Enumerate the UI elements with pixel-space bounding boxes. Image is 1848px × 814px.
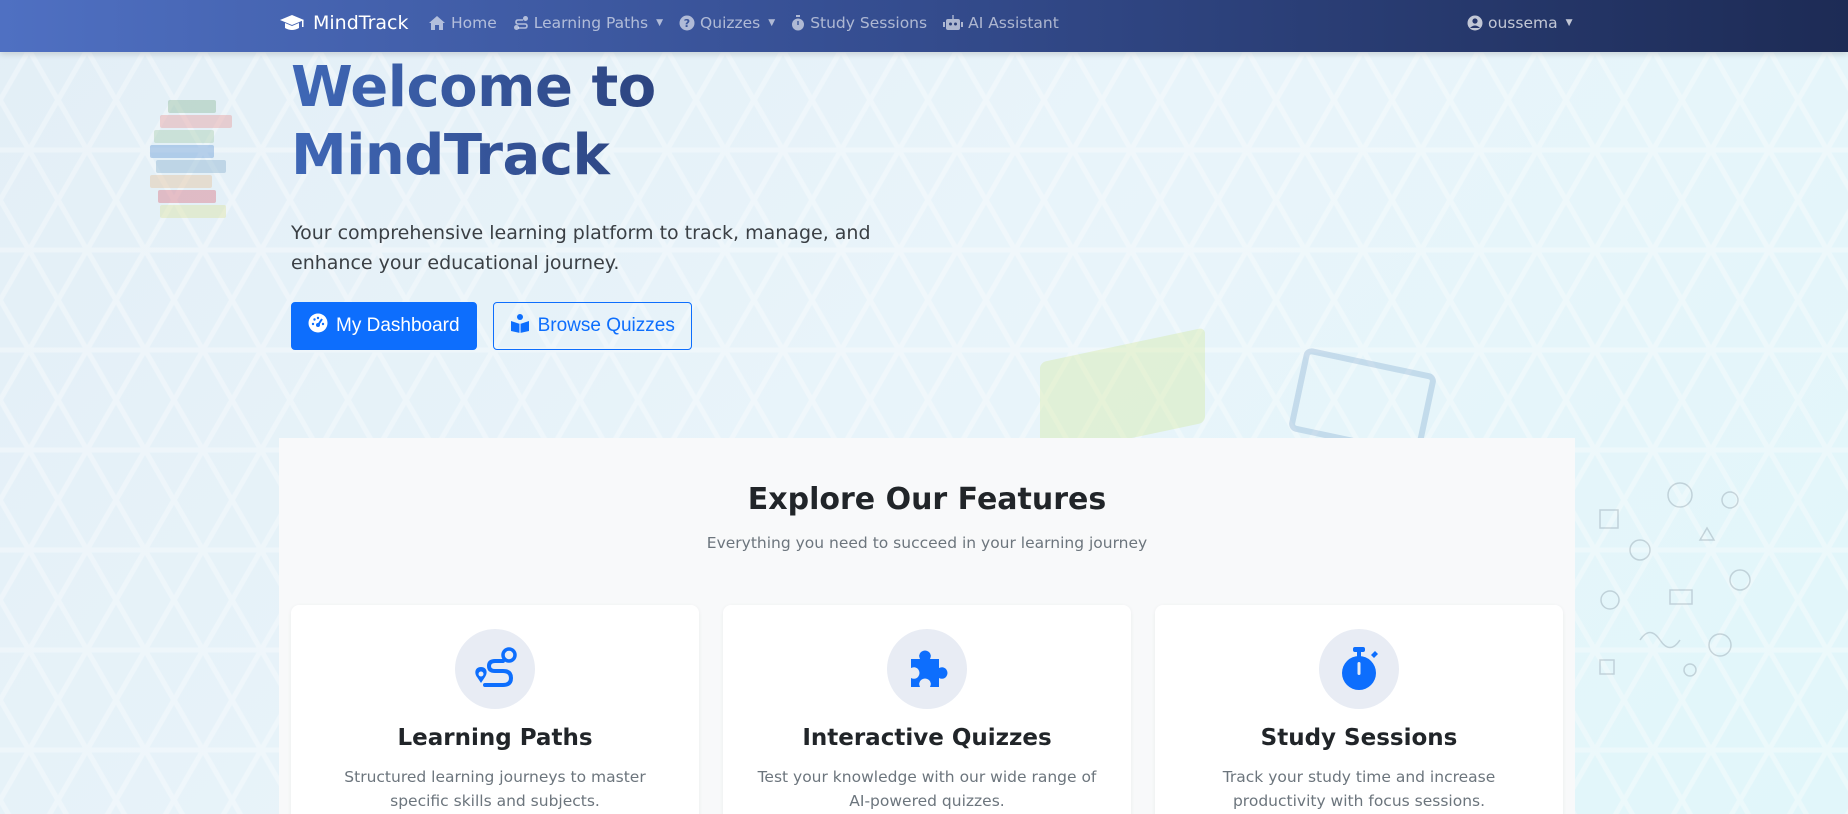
hero-subtitle: Your comprehensive learning platform to … <box>291 222 871 274</box>
books-illustration <box>150 100 234 246</box>
stopwatch-icon <box>1319 629 1399 709</box>
tachometer-icon <box>308 313 328 339</box>
robot-icon <box>943 15 964 31</box>
features-subtitle: Everything you need to succeed in your l… <box>706 534 1148 552</box>
nav-ai-assistant[interactable]: AI Assistant <box>943 14 1059 32</box>
feature-card-text: Structured learning journeys to master s… <box>344 768 646 810</box>
chevron-down-icon: ▼ <box>1565 18 1573 28</box>
stopwatch-icon <box>791 15 805 31</box>
nav-home-label: Home <box>451 14 497 32</box>
nav-study-sessions-label: Study Sessions <box>810 14 928 32</box>
nav-learning-paths[interactable]: Learning Paths ▼ <box>513 14 663 32</box>
graduation-cap-icon <box>279 13 305 33</box>
nav-ai-assistant-label: AI Assistant <box>968 14 1059 32</box>
top-navbar: MindTrack Home Learning Paths ▼ ? Quizze… <box>0 0 1848 52</box>
brand-name: MindTrack <box>313 12 409 34</box>
nav-links: Home Learning Paths ▼ ? Quizzes ▼ Study … <box>428 14 1059 32</box>
svg-text:?: ? <box>684 17 690 30</box>
route-icon <box>513 15 529 31</box>
chevron-down-icon: ▼ <box>768 18 776 28</box>
feature-card-title: Study Sessions <box>1260 725 1458 751</box>
hero-section: Welcome to MindTrack Your comprehensive … <box>291 52 991 350</box>
nav-quizzes[interactable]: ? Quizzes ▼ <box>679 14 775 32</box>
nav-learning-paths-label: Learning Paths <box>533 14 649 32</box>
puzzle-piece-icon <box>887 629 967 709</box>
book-reader-icon <box>510 313 530 339</box>
user-circle-icon <box>1467 15 1483 31</box>
nav-home[interactable]: Home <box>428 14 497 32</box>
question-circle-icon: ? <box>679 15 695 31</box>
features-section: Explore Our Features Everything you need… <box>279 438 1575 814</box>
feature-card-learning-paths: Learning Paths Structured learning journ… <box>291 605 699 814</box>
feature-card-title: Interactive Quizzes <box>802 725 1052 751</box>
brand-link[interactable]: MindTrack <box>279 12 409 34</box>
user-name: oussema <box>1488 14 1558 32</box>
nav-study-sessions[interactable]: Study Sessions <box>791 14 927 32</box>
doodles-illustration <box>1599 482 1751 677</box>
browse-quizzes-label: Browse Quizzes <box>537 315 675 336</box>
feature-card-text: Track your study time and increase produ… <box>1222 768 1496 810</box>
chevron-down-icon: ▼ <box>656 18 664 28</box>
user-menu[interactable]: oussema ▼ <box>1467 14 1573 32</box>
features-title: Explore Our Features <box>747 482 1107 517</box>
hero-title: Welcome to MindTrack <box>291 54 991 190</box>
my-dashboard-button[interactable]: My Dashboard <box>291 302 477 350</box>
feature-card-text: Test your knowledge with our wide range … <box>757 768 1097 810</box>
nav-quizzes-label: Quizzes <box>700 14 761 32</box>
browse-quizzes-button[interactable]: Browse Quizzes <box>492 302 692 350</box>
route-icon <box>455 629 535 709</box>
feature-card-title: Learning Paths <box>397 725 593 751</box>
my-dashboard-label: My Dashboard <box>336 315 460 336</box>
feature-card-study-sessions: Study Sessions Track your study time and… <box>1155 605 1563 814</box>
feature-card-interactive-quizzes: Interactive Quizzes Test your knowledge … <box>723 605 1131 814</box>
hero-buttons: My Dashboard Browse Quizzes <box>291 302 991 350</box>
home-icon <box>428 15 446 31</box>
